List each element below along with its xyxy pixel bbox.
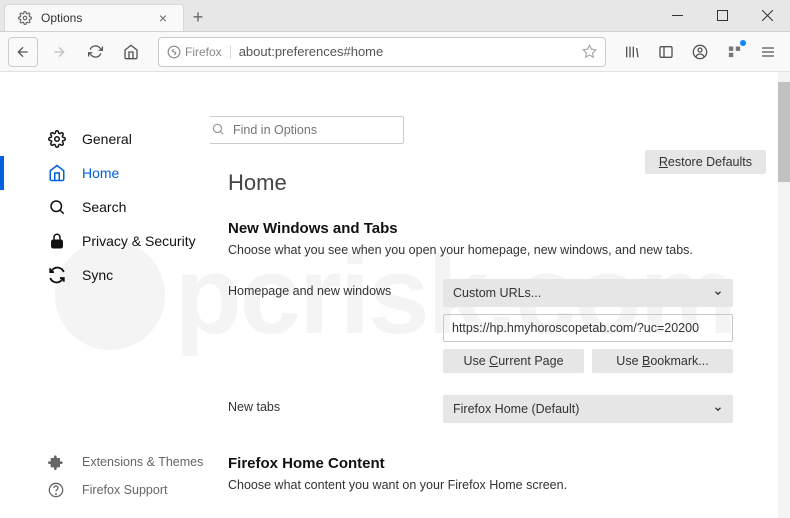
input-value: https://hp.hmyhoroscopetab.com/?uc=20200 [452, 321, 699, 335]
account-icon[interactable] [686, 38, 714, 66]
sidebar-item-label: Extensions & Themes [82, 455, 203, 469]
home-button[interactable] [116, 37, 146, 67]
use-current-page-button[interactable]: Use Current Page [443, 349, 584, 373]
gear-icon [17, 10, 33, 26]
url-text: about:preferences#home [239, 44, 574, 59]
reload-button[interactable] [80, 37, 110, 67]
sidebar-item-label: Sync [82, 267, 113, 283]
section-desc: Choose what you see when you open your h… [228, 243, 766, 257]
library-icon[interactable] [618, 38, 646, 66]
select-value: Firefox Home (Default) [453, 402, 579, 416]
minimize-button[interactable] [655, 0, 700, 31]
sidebar-item-label: Firefox Support [82, 483, 167, 497]
sidebar-item-sync[interactable]: Sync [0, 258, 210, 292]
maximize-button[interactable] [700, 0, 745, 31]
help-icon [48, 482, 70, 498]
star-icon[interactable] [582, 44, 597, 59]
preferences-main: Home Restore Defaults New Windows and Ta… [210, 72, 790, 518]
gear-icon [48, 130, 70, 148]
newtabs-row: New tabs Firefox Home (Default) [228, 395, 766, 423]
lock-icon [48, 232, 70, 250]
select-value: Custom URLs... [453, 286, 541, 300]
sidebar-item-general[interactable]: General [0, 122, 210, 156]
restore-defaults-button[interactable]: Restore Defaults [645, 150, 766, 174]
sidebar-item-label: General [82, 131, 132, 147]
sync-icon [48, 266, 70, 284]
browser-tab[interactable]: Options × [4, 4, 184, 31]
chevron-down-icon [713, 404, 723, 414]
puzzle-icon [48, 454, 70, 470]
back-button[interactable] [8, 37, 38, 67]
sidebar-item-privacy[interactable]: Privacy & Security [0, 224, 210, 258]
newtabs-label: New tabs [228, 395, 443, 414]
search-icon [211, 122, 225, 136]
section-desc: Choose what content you want on your Fir… [228, 478, 766, 492]
toolbar: Firefox about:preferences#home [0, 32, 790, 72]
sidebar-item-extensions[interactable]: Extensions & Themes [0, 448, 210, 476]
find-box [210, 116, 404, 144]
sidebar-item-label: Privacy & Security [82, 233, 196, 249]
home-icon [48, 164, 70, 182]
sidebar-item-label: Search [82, 199, 126, 215]
section-title: Firefox Home Content [228, 455, 766, 472]
sidebar-item-support[interactable]: Firefox Support [0, 476, 210, 504]
sidebar-item-label: Home [82, 165, 119, 181]
identity-label: Firefox [185, 45, 222, 59]
forward-button[interactable] [44, 37, 74, 67]
section-title: New Windows and Tabs [228, 220, 766, 237]
homepage-row: Homepage and new windows Custom URLs... … [228, 279, 766, 373]
close-icon[interactable]: × [155, 10, 171, 26]
titlebar: Options × + [0, 0, 790, 32]
chevron-down-icon [713, 288, 723, 298]
tab-title: Options [41, 11, 147, 25]
new-tab-button[interactable]: + [184, 4, 212, 31]
content-area: pcrisk.com General Home Search Privacy &… [0, 72, 790, 518]
search-icon [48, 198, 70, 216]
homepage-select[interactable]: Custom URLs... [443, 279, 733, 307]
sidebar-item-home[interactable]: Home [0, 156, 210, 190]
address-bar[interactable]: Firefox about:preferences#home [158, 37, 606, 67]
notification-dot [740, 40, 746, 46]
close-button[interactable] [745, 0, 790, 31]
extension-icon[interactable] [720, 38, 748, 66]
window-controls [655, 0, 790, 31]
search-input[interactable] [210, 116, 404, 144]
use-bookmark-button[interactable]: Use Bookmark... [592, 349, 733, 373]
sidebar-icon[interactable] [652, 38, 680, 66]
preferences-sidebar: General Home Search Privacy & Security S… [0, 72, 210, 518]
newtabs-select[interactable]: Firefox Home (Default) [443, 395, 733, 423]
homepage-url-input[interactable]: https://hp.hmyhoroscopetab.com/?uc=20200 [443, 314, 733, 342]
identity-block[interactable]: Firefox [167, 45, 231, 59]
menu-icon[interactable] [754, 38, 782, 66]
sidebar-item-search[interactable]: Search [0, 190, 210, 224]
homepage-label: Homepage and new windows [228, 279, 443, 298]
